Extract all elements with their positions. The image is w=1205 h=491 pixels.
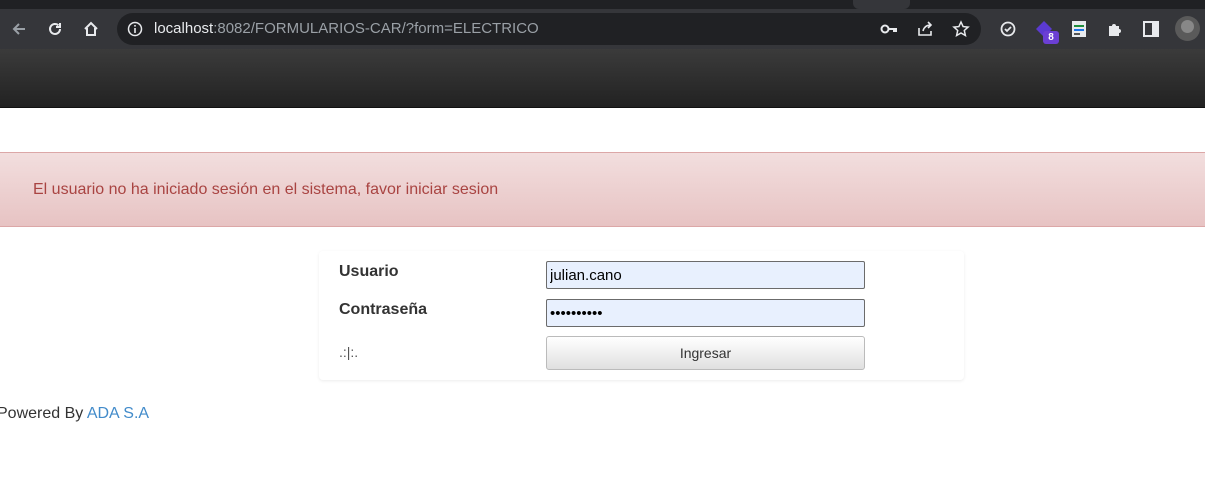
star-icon[interactable] xyxy=(951,19,971,39)
reload-icon[interactable] xyxy=(41,15,69,43)
url-path: :8082/FORMULARIOS-CAR/?form=ELECTRICO xyxy=(213,20,539,37)
password-input[interactable] xyxy=(546,299,865,327)
username-input[interactable] xyxy=(546,261,865,289)
back-icon[interactable] xyxy=(5,15,33,43)
url-text: localhost:8082/FORMULARIOS-CAR/?form=ELE… xyxy=(154,20,539,37)
profile-avatar[interactable] xyxy=(1175,16,1200,41)
password-label: Contraseña xyxy=(339,301,428,318)
share-icon[interactable] xyxy=(915,19,935,39)
company-link[interactable]: ADA S.A xyxy=(87,405,149,422)
app-header-bar xyxy=(0,49,1205,108)
browser-toolbar: localhost:8082/FORMULARIOS-CAR/?form=ELE… xyxy=(0,9,1205,49)
session-alert: El usuario no ha iniciado sesión en el s… xyxy=(0,152,1205,227)
footer-prefix: Powered By xyxy=(0,405,87,422)
tab-strip xyxy=(0,0,1205,9)
form-separator-text: .:|:. xyxy=(339,344,359,360)
sheet-extension-icon[interactable] xyxy=(1065,15,1093,43)
home-icon[interactable] xyxy=(77,15,105,43)
active-tab[interactable] xyxy=(853,0,910,9)
url-host: localhost xyxy=(154,20,214,37)
footer: Powered By ADA S.A xyxy=(0,405,149,423)
login-button[interactable]: Ingresar xyxy=(546,336,865,370)
sidepanel-icon[interactable] xyxy=(1137,15,1165,43)
info-icon[interactable] xyxy=(127,21,143,42)
key-icon[interactable] xyxy=(879,19,899,39)
address-bar[interactable]: localhost:8082/FORMULARIOS-CAR/?form=ELE… xyxy=(117,13,981,45)
login-panel: Usuario Contraseña .:|:. Ingresar xyxy=(319,251,964,380)
timer-extension-icon[interactable] xyxy=(994,15,1022,43)
puzzle-icon[interactable] xyxy=(1101,15,1129,43)
alert-message: El usuario no ha iniciado sesión en el s… xyxy=(33,181,499,198)
extension-badge: 8 xyxy=(1043,31,1059,44)
username-label: Usuario xyxy=(339,263,399,280)
